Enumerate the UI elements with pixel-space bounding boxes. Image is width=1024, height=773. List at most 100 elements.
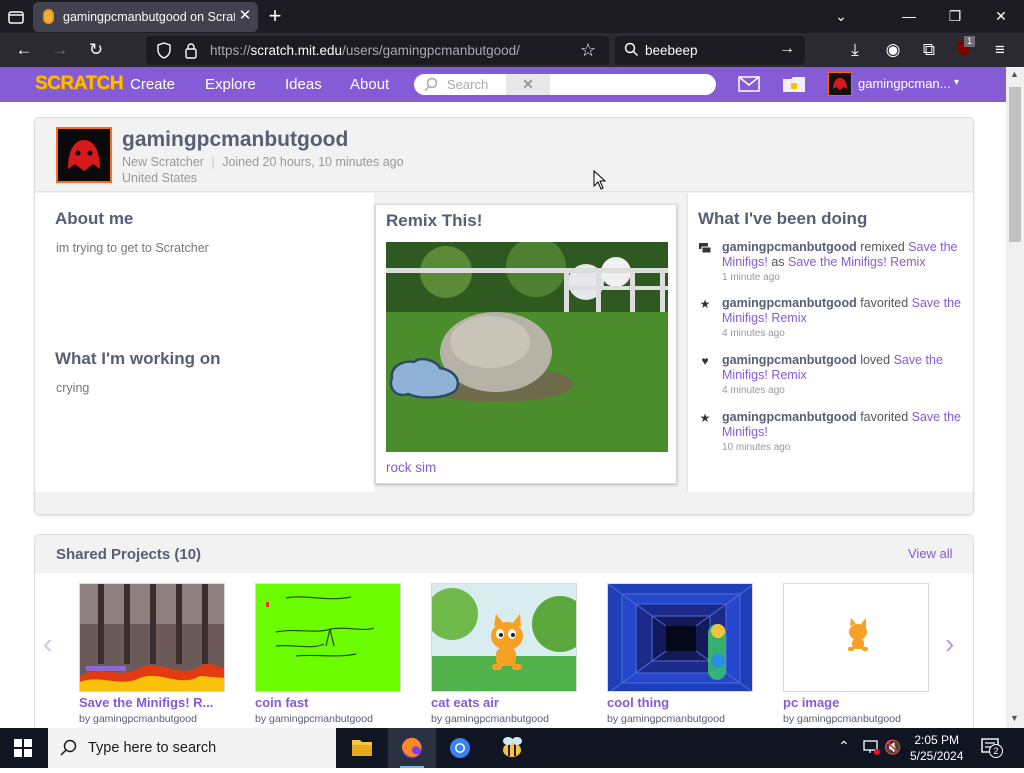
scratch-favicon-icon	[43, 9, 54, 24]
windows-taskbar: Type here to search ⌃ 🔇 2:05 PM 5/25/202…	[0, 728, 1024, 768]
taskbar-search-placeholder: Type here to search	[88, 740, 217, 756]
search-query[interactable]: beebeep	[645, 43, 698, 58]
go-arrow-icon[interactable]: →	[779, 40, 795, 58]
project-title[interactable]: pc image	[783, 695, 839, 710]
activity-text: gamingpcmanbutgood favorited Save the Mi…	[722, 296, 964, 326]
firefox-taskbar-icon[interactable]	[388, 728, 436, 768]
chrome-taskbar-icon[interactable]	[436, 728, 484, 768]
new-tab-button[interactable]: +	[264, 5, 286, 28]
star-icon: ★	[699, 297, 711, 311]
page-scrollbar[interactable]: ▲ ▼	[1006, 67, 1024, 728]
back-arrow-icon[interactable]: ←	[11, 38, 37, 62]
notifications-icon[interactable]: 2	[980, 737, 1003, 764]
project-author[interactable]: by gamingpcmanbutgood	[607, 713, 725, 725]
address-bar[interactable]: https://scratch.mit.edu/users/gamingpcma…	[146, 36, 609, 65]
chevron-down-icon: ▾	[954, 77, 960, 88]
restore-button[interactable]: ❐	[932, 0, 978, 33]
menu-icon[interactable]: ≡	[987, 38, 1013, 62]
activity-verb: remixed	[860, 240, 905, 254]
profile-location: United States	[122, 171, 198, 185]
activity-user[interactable]: gamingpcmanbutgood	[722, 240, 857, 254]
reload-icon[interactable]: ↻	[83, 38, 109, 62]
activity-user[interactable]: gamingpcmanbutgood	[722, 296, 857, 310]
activity-item: ♥ gamingpcmanbutgood loved Save the Mini…	[698, 353, 968, 405]
ublock-extension-icon[interactable]: 1	[951, 36, 977, 62]
about-title: About me	[55, 209, 134, 228]
project-author[interactable]: by gamingpcmanbutgood	[255, 713, 373, 725]
messages-icon[interactable]	[738, 76, 760, 97]
scratch-search-input[interactable]: Search ✕	[414, 74, 716, 95]
volume-muted-icon[interactable]: 🔇	[884, 739, 901, 756]
lock-icon[interactable]	[184, 42, 198, 64]
search-icon	[624, 42, 639, 62]
extension-badge: 1	[964, 36, 976, 47]
file-explorer-icon[interactable]	[338, 728, 386, 768]
project-author[interactable]: by gamingpcmanbutgood	[431, 713, 549, 725]
nav-explore[interactable]: Explore	[205, 76, 256, 93]
browser-tab-active[interactable]: gamingpcmanbutgood on Scratch ✕	[33, 2, 258, 32]
activity-text: gamingpcmanbutgood remixed Save the Mini…	[722, 240, 964, 270]
url-text[interactable]: https://scratch.mit.edu/users/gamingpcma…	[210, 43, 520, 58]
scroll-down-icon[interactable]: ▼	[1010, 713, 1019, 723]
activity-time: 1 minute ago	[722, 272, 780, 283]
project-thumbnail[interactable]	[431, 583, 577, 692]
bee-app-taskbar-icon[interactable]	[488, 728, 536, 768]
scroll-up-icon[interactable]: ▲	[1010, 69, 1019, 79]
activity-user[interactable]: gamingpcmanbutgood	[722, 353, 857, 367]
activity-text: gamingpcmanbutgood loved Save the Minifi…	[722, 353, 964, 383]
project-thumbnail[interactable]	[255, 583, 401, 692]
nav-ideas[interactable]: Ideas	[285, 76, 322, 93]
working-title: What I'm working on	[55, 349, 221, 368]
downloads-icon[interactable]: ⤓	[842, 38, 868, 62]
user-menu[interactable]: gamingpcman... ▾	[828, 72, 998, 96]
chevron-down-icon[interactable]: ⌄	[818, 0, 864, 33]
close-window-button[interactable]: ✕	[978, 0, 1024, 33]
about-text[interactable]: im trying to get to Scratcher	[56, 241, 356, 255]
mouse-cursor-icon	[593, 169, 607, 195]
project-title[interactable]: cat eats air	[431, 695, 499, 710]
close-tab-icon[interactable]: ✕	[236, 7, 254, 25]
shared-projects-carousel: ‹ › Save the Minifigs! R... by gamingpcm…	[35, 573, 973, 728]
activity-target[interactable]: Save the Minifigs! Remix	[788, 255, 926, 269]
working-text[interactable]: crying	[56, 381, 356, 395]
featured-project-thumbnail[interactable]	[386, 242, 668, 452]
remix-icon	[698, 241, 712, 255]
chevron-up-icon[interactable]: ⌃	[838, 738, 850, 755]
forward-arrow-icon[interactable]: →	[47, 38, 73, 62]
activity-time: 4 minutes ago	[722, 385, 785, 396]
project-thumbnail[interactable]	[607, 583, 753, 692]
clear-search-icon[interactable]: ✕	[506, 74, 550, 95]
extensions-icon[interactable]: ⧉	[916, 38, 942, 62]
network-icon[interactable]	[862, 739, 880, 760]
scrollbar-thumb[interactable]	[1009, 87, 1021, 242]
scratch-logo[interactable]: SCRATCH	[35, 73, 123, 95]
nav-create[interactable]: Create	[130, 76, 175, 93]
project-author[interactable]: by gamingpcmanbutgood	[79, 713, 197, 725]
view-all-link[interactable]: View all	[908, 546, 953, 561]
my-stuff-icon[interactable]	[782, 75, 806, 98]
bookmark-star-icon[interactable]: ☆	[580, 40, 596, 61]
project-title[interactable]: Save the Minifigs! R...	[79, 695, 213, 710]
taskbar-clock[interactable]: 2:05 PM 5/25/2024	[910, 732, 963, 764]
project-thumbnail[interactable]	[783, 583, 929, 692]
activity-item: ★ gamingpcmanbutgood favorited Save the …	[698, 296, 968, 348]
carousel-prev-icon[interactable]: ‹	[43, 628, 52, 660]
account-icon[interactable]: ◉	[880, 38, 906, 62]
taskbar-search-input[interactable]: Type here to search	[48, 728, 336, 768]
project-title[interactable]: cool thing	[607, 695, 669, 710]
search-placeholder: Search	[447, 77, 489, 92]
minimize-button[interactable]: —	[886, 0, 932, 33]
project-author[interactable]: by gamingpcmanbutgood	[783, 713, 901, 725]
project-thumbnail[interactable]	[79, 583, 225, 692]
search-bar[interactable]: beebeep →	[615, 36, 805, 65]
browser-toolbar: ← → ↻ https://scratch.mit.edu/users/gami…	[0, 33, 1024, 67]
list-all-tabs-icon[interactable]	[6, 7, 26, 27]
nav-about[interactable]: About	[350, 76, 389, 93]
activity-user[interactable]: gamingpcmanbutgood	[722, 410, 857, 424]
username: gamingpcman...	[858, 76, 951, 91]
featured-project-link[interactable]: rock sim	[386, 460, 436, 475]
windows-start-icon[interactable]	[14, 739, 32, 762]
carousel-next-icon[interactable]: ›	[945, 628, 954, 660]
shield-icon[interactable]	[156, 42, 172, 64]
project-title[interactable]: coin fast	[255, 695, 308, 710]
